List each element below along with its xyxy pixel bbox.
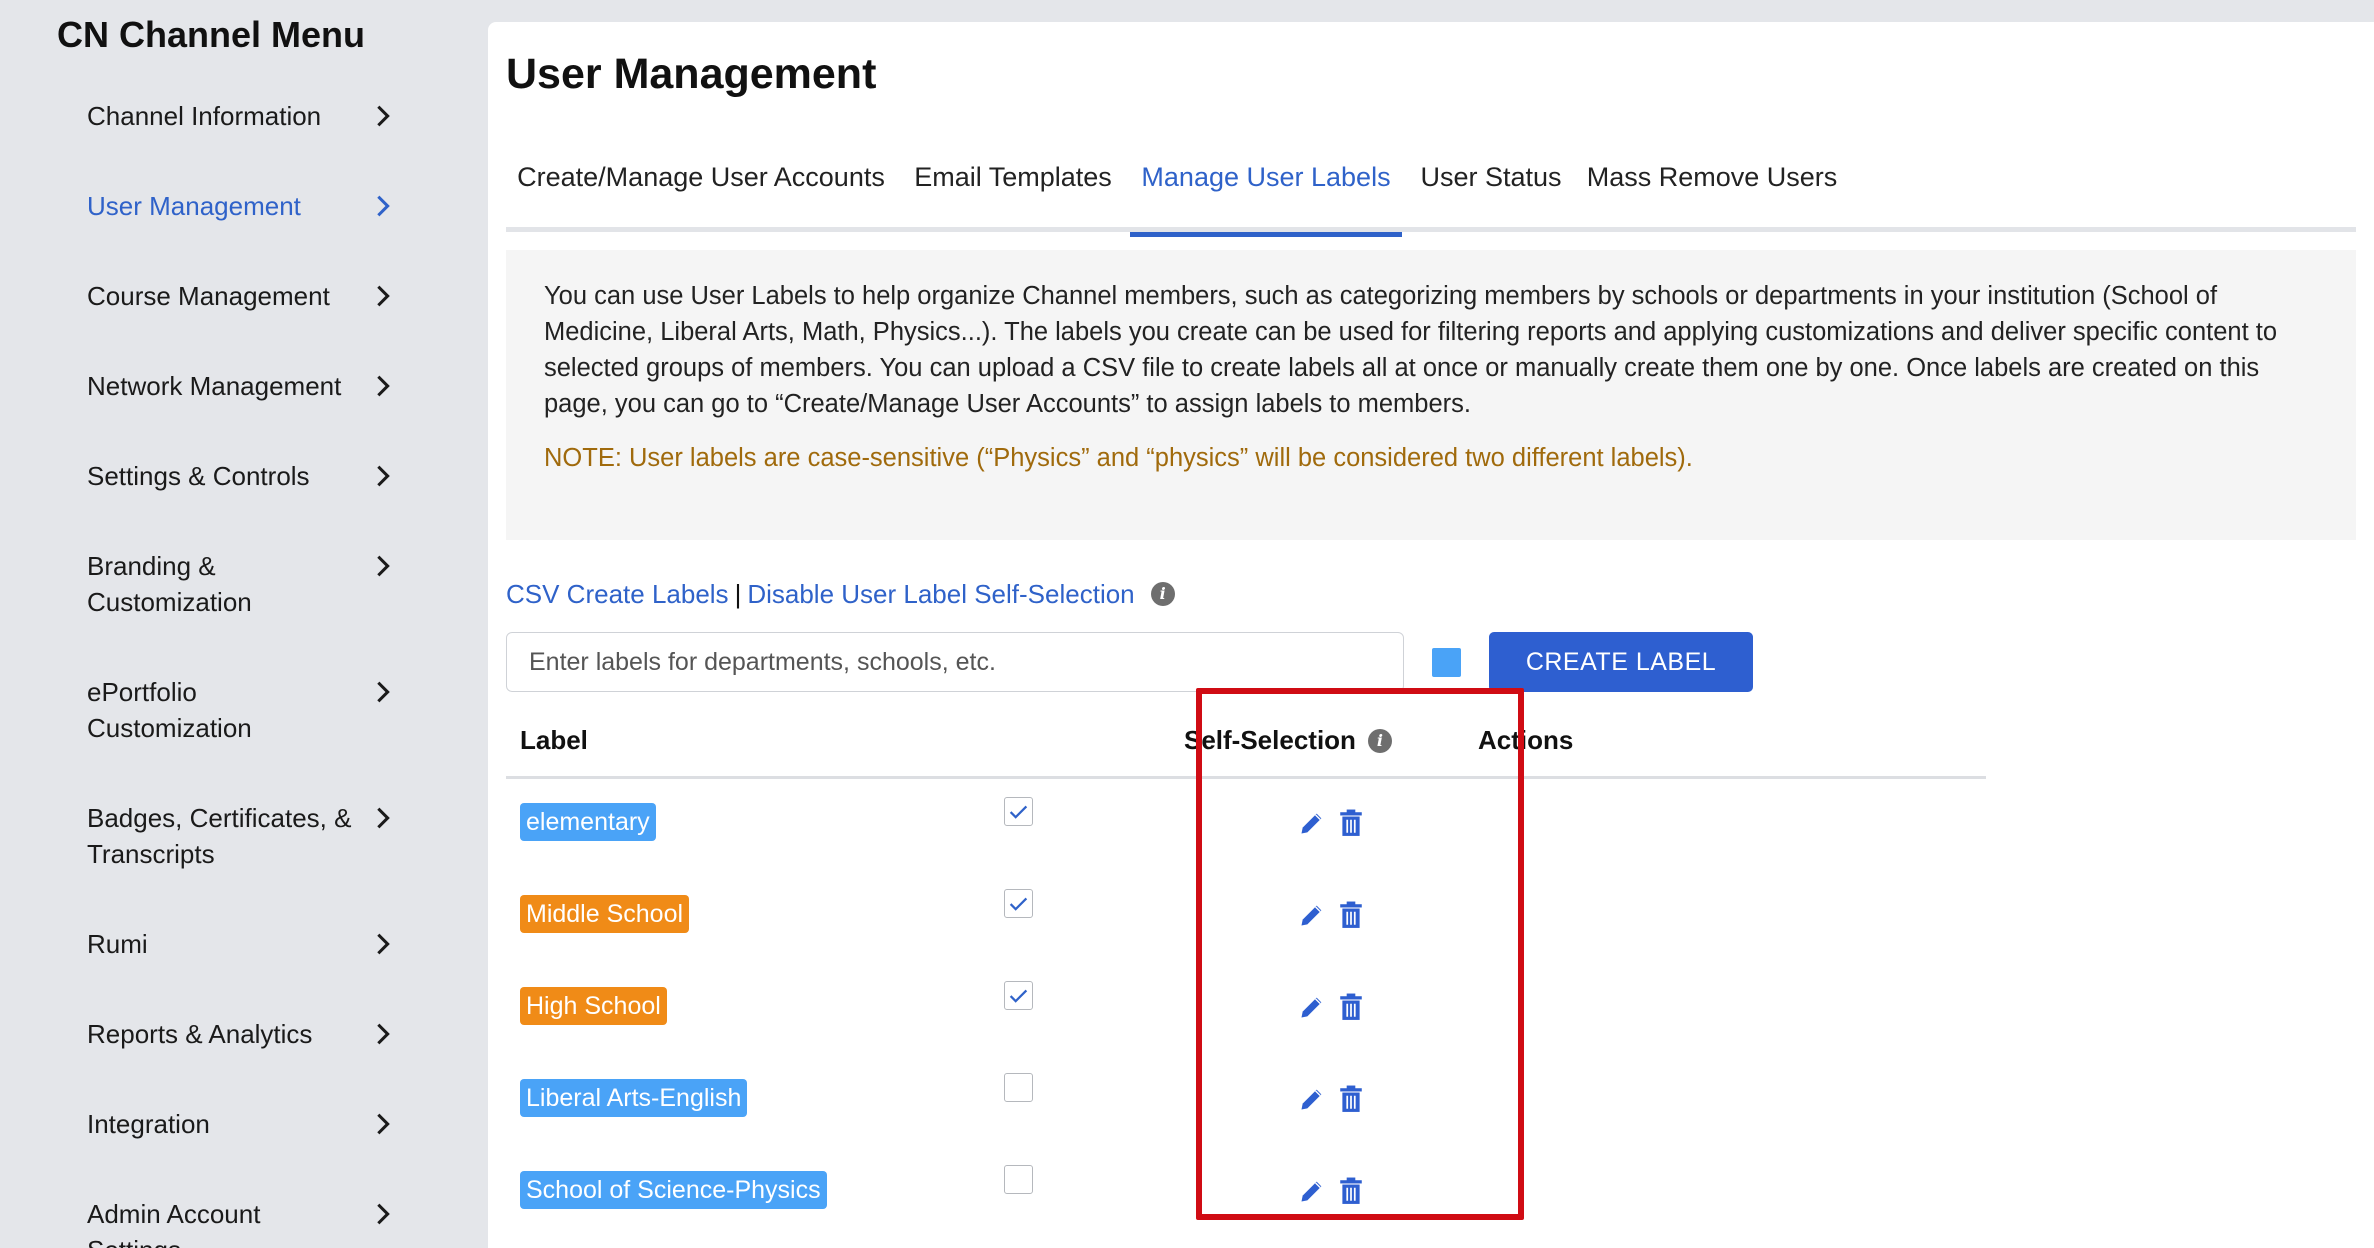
link-separator: | (734, 579, 742, 609)
sidebar-title: CN Channel Menu (57, 14, 366, 55)
checkmark-icon (1009, 989, 1028, 1003)
column-header-label: Label (520, 725, 588, 755)
chevron-right-icon (369, 678, 397, 706)
sidebar-item-integration[interactable]: Integration (87, 1106, 397, 1142)
sidebar-item-label: Channel Information (87, 101, 322, 131)
sidebar-item-rumi[interactable]: Rumi (87, 926, 397, 962)
trash-icon[interactable] (1338, 1085, 1364, 1113)
chevron-right-icon (369, 462, 397, 490)
disable-self-selection-link[interactable]: Disable User Label Self-Selection (747, 574, 1134, 614)
info-icon[interactable]: i (1367, 728, 1392, 753)
checkmark-icon (1009, 805, 1028, 819)
info-text: You can use User Labels to help organize… (544, 282, 2278, 418)
tab-mass-remove-users[interactable]: Mass Remove Users (1580, 142, 1844, 232)
label-input[interactable] (506, 632, 1404, 692)
sidebar-item-label: Settings & Controls (87, 461, 310, 491)
trash-icon[interactable] (1338, 1177, 1364, 1205)
sidebar-item-eportfolio-customization[interactable]: ePortfolio Customization (87, 674, 397, 746)
trash-icon[interactable] (1338, 993, 1364, 1021)
main-panel: User Management Create/Manage User Accou… (488, 22, 2374, 1248)
page-title: User Management (506, 50, 877, 98)
self-selection-checkbox[interactable] (1004, 889, 1033, 918)
checkmark-icon (1009, 897, 1028, 911)
label-tag: Middle School (520, 895, 690, 933)
sidebar-item-label: Admin Account Settings (87, 1199, 261, 1248)
table-row: School of Science-Physics (506, 1147, 1986, 1239)
sidebar-item-settings-controls[interactable]: Settings & Controls (87, 458, 397, 494)
self-selection-checkbox[interactable] (1004, 797, 1033, 826)
sidebar-item-user-management[interactable]: User Management (87, 188, 397, 224)
trash-icon[interactable] (1338, 809, 1364, 837)
chevron-right-icon (369, 102, 397, 130)
label-actions-row: CSV Create Labels | Disable User Label S… (506, 574, 1175, 614)
table-header: Label Self-Selection i Actions (506, 707, 1986, 779)
self-selection-checkbox[interactable] (1004, 1165, 1033, 1194)
labels-table: Label Self-Selection i Actions elementar… (506, 707, 1986, 1239)
chevron-right-icon (369, 1020, 397, 1048)
chevron-right-icon (369, 1110, 397, 1138)
edit-pencil-icon[interactable] (1298, 809, 1326, 837)
self-selection-checkbox[interactable] (1004, 981, 1033, 1010)
sidebar-item-label: Integration (87, 1109, 210, 1139)
edit-pencil-icon[interactable] (1298, 901, 1326, 929)
info-note: NOTE: User labels are case-sensitive (“P… (544, 444, 1693, 472)
sidebar-item-branding-customization[interactable]: Branding & Customization (87, 548, 397, 620)
tab-email-templates[interactable]: Email Templates (896, 142, 1130, 232)
label-tag: Liberal Arts-English (520, 1079, 748, 1117)
trash-icon[interactable] (1338, 901, 1364, 929)
sidebar-item-label: Badges, Certificates, & Transcripts (87, 803, 352, 869)
edit-pencil-icon[interactable] (1298, 1177, 1326, 1205)
chevron-right-icon (369, 192, 397, 220)
sidebar-item-admin-account-settings[interactable]: Admin Account Settings (87, 1196, 397, 1248)
chevron-right-icon (369, 372, 397, 400)
sidebar: CN Channel Menu Channel Information User… (0, 0, 488, 1248)
label-tag: High School (520, 987, 667, 1025)
table-row: Liberal Arts-English (506, 1055, 1986, 1147)
self-selection-checkbox[interactable] (1004, 1073, 1033, 1102)
tab-create-manage-user-accounts[interactable]: Create/Manage User Accounts (506, 142, 896, 232)
edit-pencil-icon[interactable] (1298, 1085, 1326, 1113)
chevron-right-icon (369, 804, 397, 832)
label-tag: elementary (520, 803, 656, 841)
sidebar-item-badges-certificates-transcripts[interactable]: Badges, Certificates, & Transcripts (87, 800, 397, 872)
table-row: Middle School (506, 871, 1986, 963)
sidebar-item-network-management[interactable]: Network Management (87, 368, 397, 404)
sidebar-item-label: Branding & Customization (87, 551, 252, 617)
table-row: elementary (506, 779, 1986, 871)
edit-pencil-icon[interactable] (1298, 993, 1326, 1021)
chevron-right-icon (369, 552, 397, 580)
tab-manage-user-labels[interactable]: Manage User Labels (1130, 142, 1402, 237)
column-header-actions: Actions (1478, 725, 1574, 755)
create-label-button[interactable]: CREATE LABEL (1489, 632, 1753, 692)
info-box: You can use User Labels to help organize… (506, 250, 2356, 540)
column-header-self-selection: Self-Selection i (1184, 725, 1392, 756)
sidebar-item-label: Rumi (87, 929, 148, 959)
sidebar-item-channel-information[interactable]: Channel Information (87, 98, 397, 134)
sidebar-item-label: ePortfolio Customization (87, 677, 252, 743)
sidebar-item-label: Course Management (87, 281, 330, 311)
chevron-right-icon (369, 930, 397, 958)
sidebar-item-course-management[interactable]: Course Management (87, 278, 397, 314)
sidebar-item-label: Network Management (87, 371, 342, 401)
tab-user-status[interactable]: User Status (1402, 142, 1580, 232)
chevron-right-icon (369, 282, 397, 310)
csv-create-labels-link[interactable]: CSV Create Labels (506, 574, 729, 614)
table-row: High School (506, 963, 1986, 1055)
sidebar-item-reports-analytics[interactable]: Reports & Analytics (87, 1016, 397, 1052)
chevron-right-icon (369, 1200, 397, 1228)
info-icon[interactable]: i (1150, 582, 1175, 606)
label-color-swatch[interactable] (1432, 648, 1461, 677)
sidebar-item-label: User Management (87, 191, 301, 221)
sidebar-item-label: Reports & Analytics (87, 1019, 313, 1049)
label-tag: School of Science-Physics (520, 1171, 827, 1209)
tab-bar: Create/Manage User Accounts Email Templa… (506, 142, 2356, 237)
